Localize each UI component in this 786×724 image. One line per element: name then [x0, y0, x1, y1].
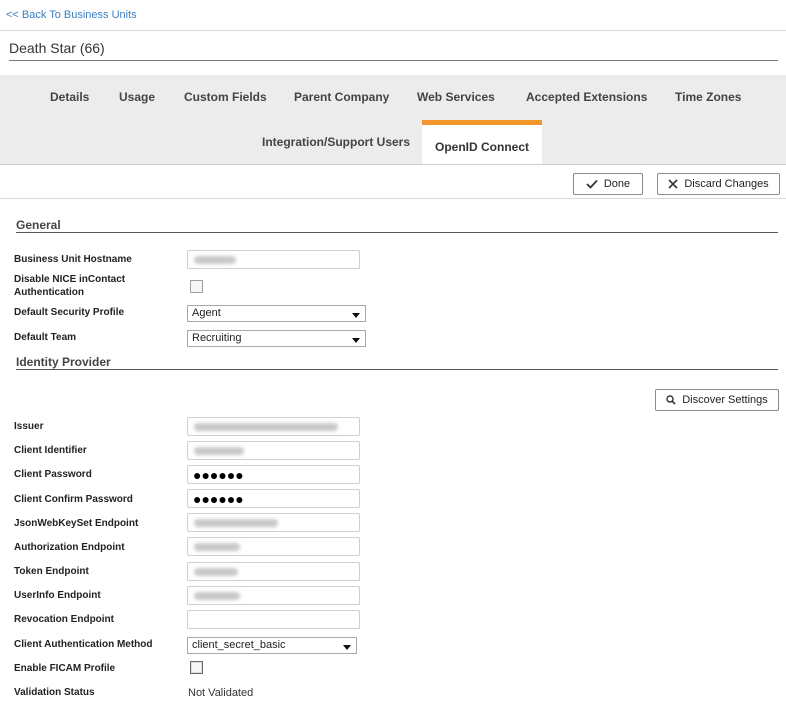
hostname-field[interactable]	[187, 250, 360, 269]
tab-openid-connect[interactable]: OpenID Connect	[422, 120, 542, 165]
tab-details[interactable]: Details	[50, 90, 89, 104]
issuer-label: Issuer	[14, 421, 44, 432]
general-section-title: General	[16, 218, 61, 232]
tab-usage[interactable]: Usage	[119, 90, 155, 104]
discover-settings-label: Discover Settings	[682, 394, 768, 406]
default-team-value: Recruiting	[192, 332, 242, 344]
redacted-value	[194, 568, 238, 576]
redacted-value	[194, 447, 244, 455]
done-button-label: Done	[603, 178, 631, 190]
jwks-endpoint-field[interactable]	[187, 513, 360, 532]
ficam-profile-label: Enable FICAM Profile	[14, 663, 116, 674]
default-team-select[interactable]: Recruiting	[187, 330, 366, 347]
search-icon	[666, 395, 676, 405]
tab-custom-fields[interactable]: Custom Fields	[184, 90, 267, 104]
title-divider	[9, 60, 778, 61]
redacted-value	[194, 519, 278, 527]
client-auth-method-select[interactable]: client_secret_basic	[187, 637, 357, 654]
redacted-value	[194, 256, 236, 264]
chevron-down-icon	[343, 645, 351, 650]
revocation-endpoint-field[interactable]	[187, 610, 360, 629]
validation-status-label: Validation Status	[14, 687, 95, 698]
authorization-endpoint-field[interactable]	[187, 537, 360, 556]
page-title: Death Star (66)	[9, 40, 105, 56]
tab-integration-support-users[interactable]: Integration/Support Users	[262, 135, 410, 149]
token-endpoint-field[interactable]	[187, 562, 360, 581]
hostname-label: Business Unit Hostname	[14, 254, 132, 265]
tab-web-services[interactable]: Web Services	[417, 90, 495, 104]
checkmark-icon	[586, 179, 598, 189]
tab-parent-company[interactable]: Parent Company	[294, 90, 389, 104]
tab-time-zones[interactable]: Time Zones	[675, 90, 741, 104]
chevron-down-icon	[352, 313, 360, 318]
disable-auth-label-line-1: Disable NICE inContact	[14, 274, 126, 285]
client-auth-method-value: client_secret_basic	[192, 639, 286, 651]
back-to-business-units-link[interactable]: << Back To Business Units	[6, 9, 137, 21]
done-button[interactable]: Done	[573, 173, 643, 195]
jwks-endpoint-label: JsonWebKeySet Endpoint	[14, 518, 139, 529]
authorization-endpoint-label: Authorization Endpoint	[14, 542, 125, 553]
client-auth-method-label: Client Authentication Method	[14, 639, 153, 650]
security-profile-select[interactable]: Agent	[187, 305, 366, 322]
discard-changes-label: Discard Changes	[684, 178, 769, 190]
toolbar-divider	[0, 198, 786, 199]
client-identifier-field[interactable]	[187, 441, 360, 460]
general-section-divider	[16, 232, 778, 233]
disable-auth-label: Disable NICE inContact Authentication	[14, 273, 125, 299]
identity-provider-section-title: Identity Provider	[16, 355, 111, 369]
client-password-label: Client Password	[14, 469, 92, 480]
client-confirm-password-field[interactable]: ●●●●●●	[187, 489, 360, 508]
token-endpoint-label: Token Endpoint	[14, 566, 89, 577]
top-divider	[0, 30, 786, 31]
redacted-value	[194, 592, 240, 600]
security-profile-label: Default Security Profile	[14, 307, 125, 318]
userinfo-endpoint-field[interactable]	[187, 586, 360, 605]
identity-provider-section-divider	[16, 369, 778, 370]
security-profile-value: Agent	[192, 307, 221, 319]
discard-changes-button[interactable]: Discard Changes	[657, 173, 780, 195]
issuer-field[interactable]	[187, 417, 360, 436]
revocation-endpoint-label: Revocation Endpoint	[14, 614, 114, 625]
disable-auth-label-line-2: Authentication	[14, 287, 84, 298]
tabs-divider	[0, 164, 786, 165]
client-confirm-password-label: Client Confirm Password	[14, 494, 133, 505]
chevron-down-icon	[352, 338, 360, 343]
redacted-value	[194, 423, 338, 431]
tab-accepted-extensions[interactable]: Accepted Extensions	[526, 90, 647, 104]
validation-status-value: Not Validated	[188, 687, 254, 699]
client-password-field[interactable]: ●●●●●●	[187, 465, 360, 484]
ficam-profile-checkbox[interactable]	[190, 661, 203, 674]
tab-bar: Details Usage Custom Fields Parent Compa…	[0, 75, 786, 165]
close-icon	[668, 179, 678, 189]
userinfo-endpoint-label: UserInfo Endpoint	[14, 590, 101, 601]
default-team-label: Default Team	[14, 332, 77, 343]
disable-auth-checkbox[interactable]	[190, 280, 203, 293]
redacted-value	[194, 543, 240, 551]
discover-settings-button[interactable]: Discover Settings	[655, 389, 779, 411]
client-identifier-label: Client Identifier	[14, 445, 87, 456]
